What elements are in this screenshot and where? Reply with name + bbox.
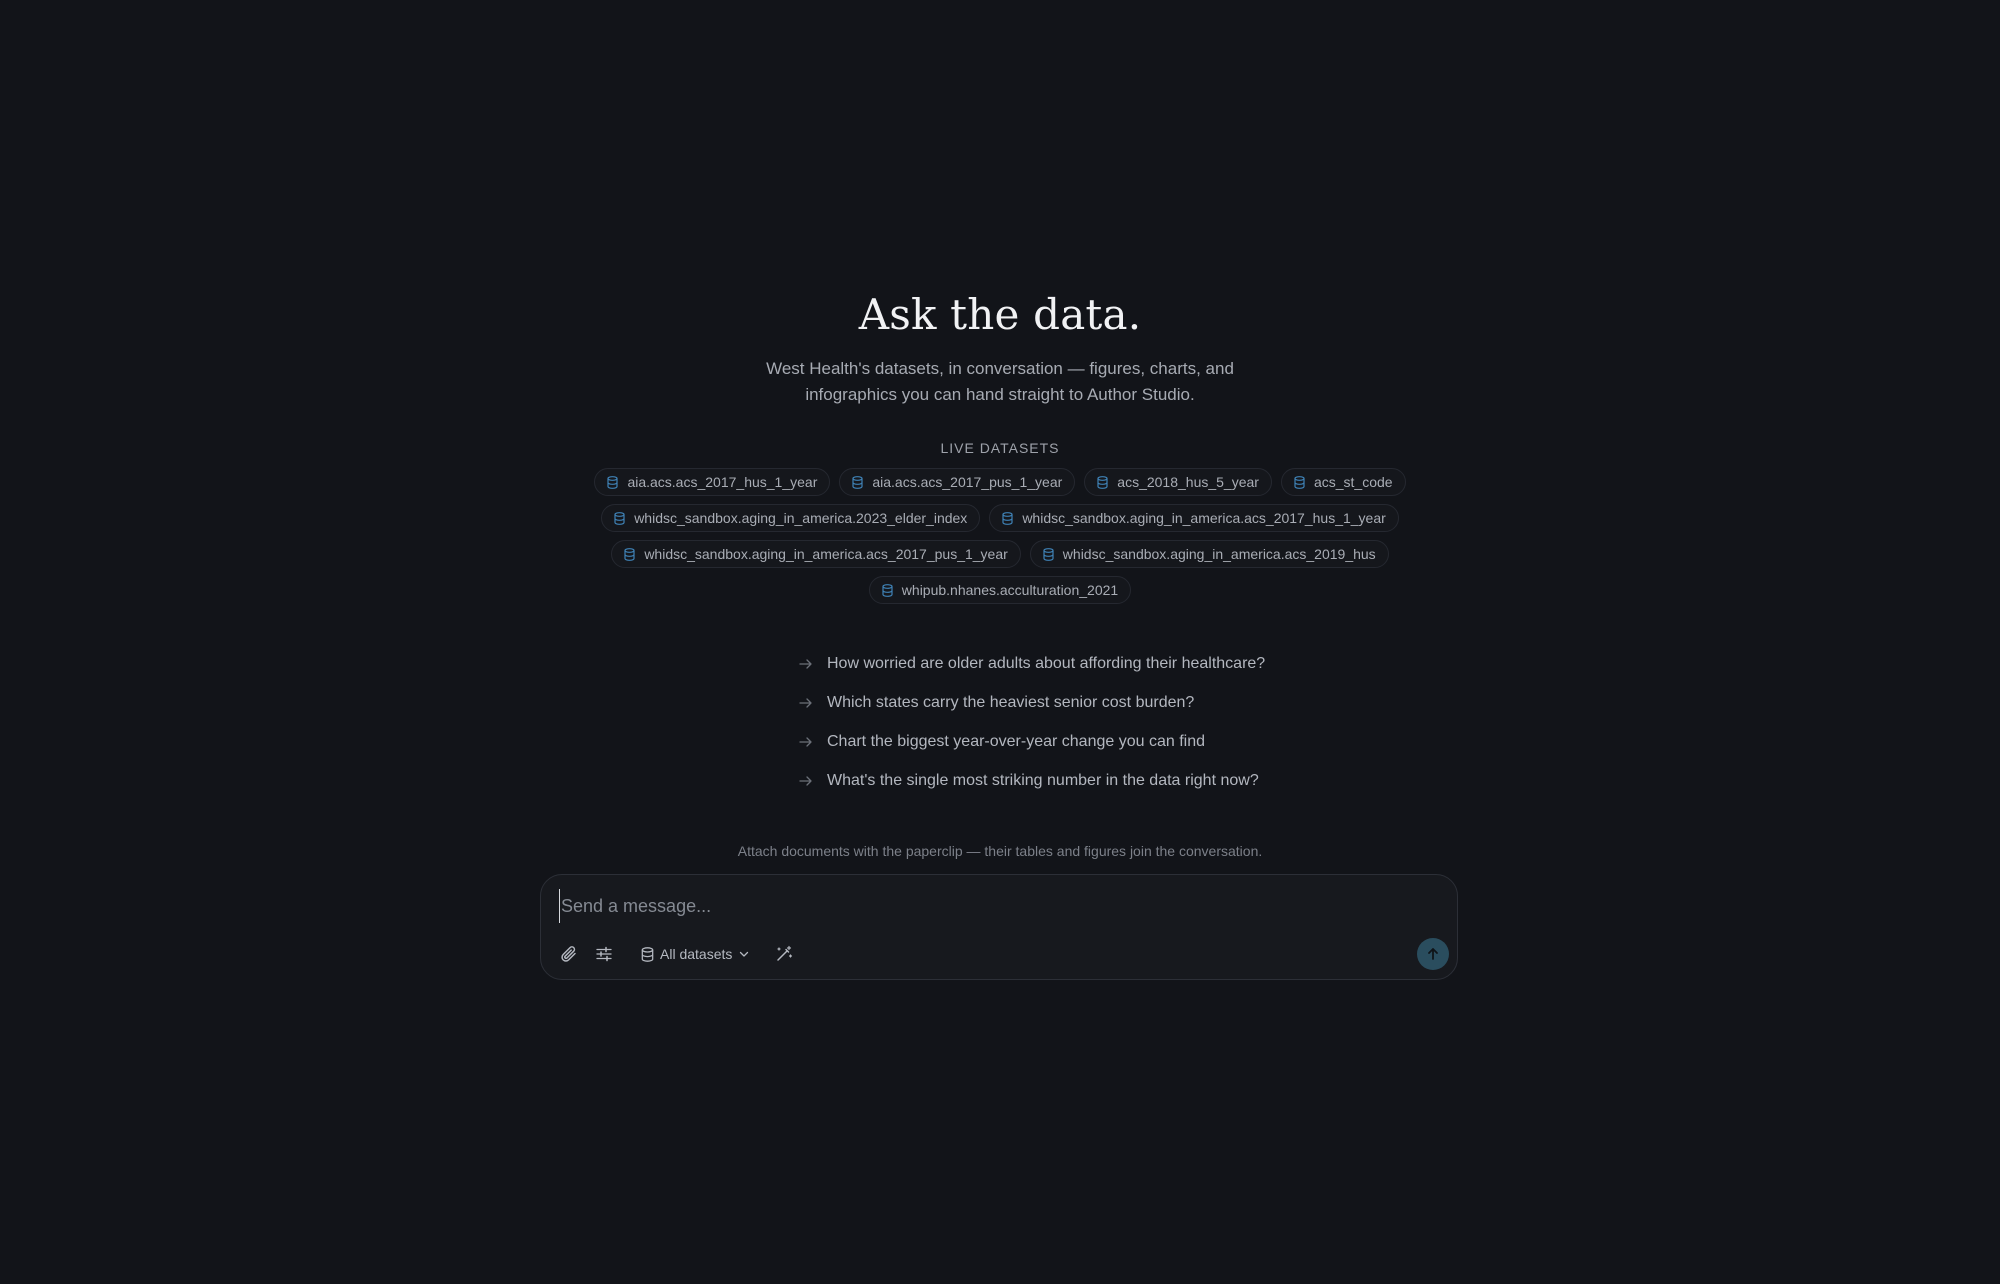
database-icon <box>882 583 893 597</box>
suggestion-item[interactable]: Chart the biggest year-over-year change … <box>799 722 1319 761</box>
suggestion-text: Which states carry the heaviest senior c… <box>827 693 1195 711</box>
suggestion-list: How worried are older adults about affor… <box>681 644 1319 800</box>
live-datasets-label: LIVE DATASETS <box>940 440 1060 456</box>
dataset-chip-list: aia.acs.acs_2017_hus_1_year aia.acs.acs_… <box>570 468 1430 604</box>
database-icon <box>1002 511 1013 525</box>
dataset-chip[interactable]: acs_st_code <box>1280 468 1406 496</box>
suggestion-text: What's the single most striking number i… <box>827 771 1259 789</box>
attach-button[interactable] <box>555 940 583 968</box>
dataset-chip-label: whidsc_sandbox.aging_in_america.acs_2017… <box>644 546 1008 562</box>
suggestion-text: Chart the biggest year-over-year change … <box>827 732 1205 750</box>
dataset-chip[interactable]: aia.acs.acs_2017_pus_1_year <box>839 468 1076 496</box>
database-icon <box>614 511 625 525</box>
suggestion-text: How worried are older adults about affor… <box>827 654 1266 672</box>
database-icon <box>852 475 863 489</box>
dataset-chip-label: aia.acs.acs_2017_hus_1_year <box>627 474 818 490</box>
database-icon <box>1294 475 1305 489</box>
chat-landing-page: Ask the data. West Health's datasets, in… <box>0 0 2000 1284</box>
page-subtitle: West Health's datasets, in conversation … <box>766 359 1234 404</box>
database-icon <box>624 547 635 561</box>
arrow-up-icon <box>1428 948 1438 960</box>
dataset-chip-label: whidsc_sandbox.aging_in_america.2023_eld… <box>634 510 968 526</box>
arrow-right-icon <box>799 736 812 747</box>
arrow-right-icon <box>799 775 812 786</box>
arrow-right-icon <box>799 658 812 669</box>
dataset-chip-label: acs_st_code <box>1313 474 1393 490</box>
dataset-chip[interactable]: aia.acs.acs_2017_hus_1_year <box>594 468 831 496</box>
dataset-chip-label: acs_2018_hus_5_year <box>1117 474 1259 490</box>
dataset-chip[interactable]: whipub.nhanes.acculturation_2021 <box>868 576 1132 604</box>
dataset-chip[interactable]: whidsc_sandbox.aging_in_america.acs_2017… <box>611 540 1021 568</box>
dataset-chip[interactable]: acs_2018_hus_5_year <box>1084 468 1272 496</box>
dataset-chip[interactable]: whidsc_sandbox.aging_in_america.2023_eld… <box>601 504 981 532</box>
sliders-icon <box>596 946 612 962</box>
database-icon <box>607 475 619 489</box>
settings-button[interactable] <box>590 940 618 968</box>
magic-wand-icon <box>777 945 793 961</box>
chevron-down-icon <box>740 951 749 957</box>
send-button[interactable] <box>1417 938 1449 970</box>
composer-toolbar: All datasets <box>555 937 1449 971</box>
database-icon <box>641 946 654 962</box>
dataset-chip-label: whidsc_sandbox.aging_in_america.acs_2017… <box>1022 510 1386 526</box>
dataset-chip[interactable]: whidsc_sandbox.aging_in_america.acs_2017… <box>989 504 1399 532</box>
message-input[interactable] <box>559 889 1423 923</box>
database-icon <box>1043 547 1054 561</box>
dataset-select[interactable]: All datasets <box>633 940 758 968</box>
database-icon <box>1097 475 1108 489</box>
page-title: Ask the data. <box>858 290 1142 339</box>
dataset-chip-label: whidsc_sandbox.aging_in_america.acs_2019… <box>1062 546 1376 562</box>
dataset-chip-label: aia.acs.acs_2017_pus_1_year <box>872 474 1063 490</box>
suggestion-item[interactable]: What's the single most striking number i… <box>799 761 1319 800</box>
dataset-select-label: All datasets <box>660 946 733 962</box>
suggestion-item[interactable]: How worried are older adults about affor… <box>799 644 1319 683</box>
hero-section: Ask the data. West Health's datasets, in… <box>0 286 2000 859</box>
attach-hint: Attach documents with the paperclip — th… <box>737 843 1263 859</box>
paperclip-icon <box>561 946 576 962</box>
enhance-prompt-button[interactable] <box>770 940 798 968</box>
dataset-chip[interactable]: whidsc_sandbox.aging_in_america.acs_2019… <box>1029 540 1389 568</box>
suggestion-item[interactable]: Which states carry the heaviest senior c… <box>799 683 1319 722</box>
dataset-chip-label: whipub.nhanes.acculturation_2021 <box>901 582 1119 598</box>
arrow-right-icon <box>799 697 812 708</box>
message-composer: All datasets <box>540 874 1458 980</box>
